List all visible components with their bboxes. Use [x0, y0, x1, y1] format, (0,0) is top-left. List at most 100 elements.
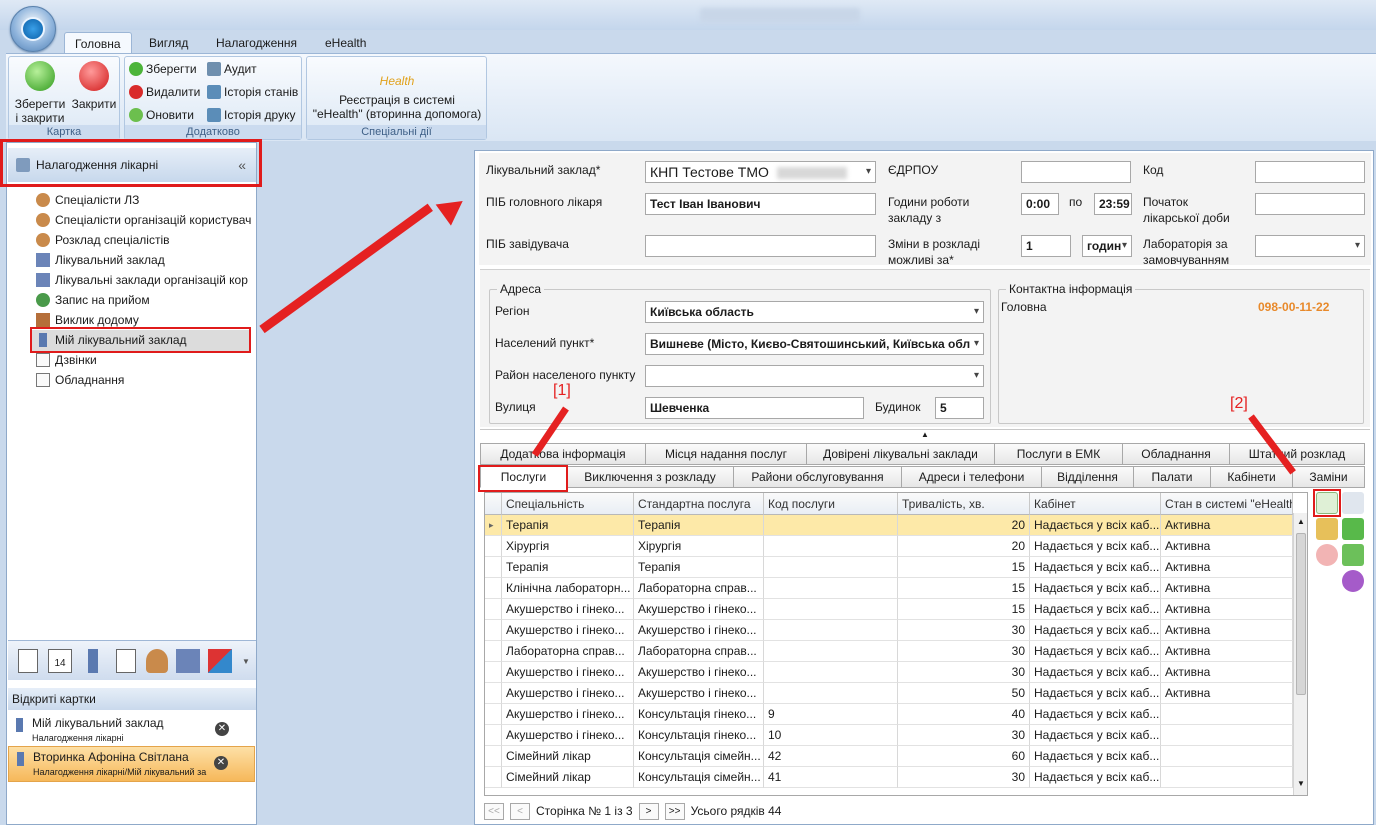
grid-vertical-scrollbar[interactable]: ▲ ▼: [1293, 513, 1307, 795]
district-select[interactable]: [645, 365, 984, 387]
delete-button[interactable]: Видалити: [129, 82, 200, 102]
table-cell[interactable]: 30: [898, 725, 1030, 746]
delete-icon[interactable]: [1316, 544, 1338, 566]
table-cell[interactable]: Акушерство і гінеко...: [502, 620, 634, 641]
table-cell[interactable]: Акушерство і гінеко...: [502, 704, 634, 725]
table-cell[interactable]: 15: [898, 578, 1030, 599]
table-cell[interactable]: Терапія: [502, 515, 634, 536]
tab-addresses-phones[interactable]: Адреси і телефони: [901, 466, 1042, 488]
table-cell[interactable]: Надається у всіх каб...: [1030, 704, 1161, 725]
shifts-input[interactable]: 1: [1021, 235, 1071, 257]
table-cell[interactable]: [764, 683, 898, 704]
table-cell[interactable]: Активна: [1161, 599, 1293, 620]
nav-item-schedule[interactable]: Розклад спеціалістів: [36, 230, 252, 250]
row-indicator[interactable]: [485, 557, 502, 578]
nav-item-calls[interactable]: Дзвінки: [36, 350, 252, 370]
row-indicator[interactable]: [485, 662, 502, 683]
table-cell[interactable]: Терапія: [634, 557, 764, 578]
manager-input[interactable]: [645, 235, 876, 257]
table-cell[interactable]: Терапія: [502, 557, 634, 578]
table-cell[interactable]: 20: [898, 536, 1030, 557]
city-select[interactable]: Вишневе (Місто, Києво-Святошинський, Киї…: [645, 333, 984, 355]
scrollbar-thumb[interactable]: [1296, 533, 1306, 695]
table-cell[interactable]: Акушерство і гінеко...: [502, 725, 634, 746]
chevron-down-icon[interactable]: ▼: [242, 657, 250, 666]
table-cell[interactable]: 30: [898, 767, 1030, 788]
tab-trusted-facilities[interactable]: Довірені лікувальні заклади: [806, 443, 995, 465]
street-input[interactable]: Шевченка: [645, 397, 864, 419]
table-cell[interactable]: 15: [898, 599, 1030, 620]
shifts-unit-select[interactable]: годин: [1082, 235, 1132, 257]
nav-item-equipment[interactable]: Обладнання: [36, 370, 252, 390]
table-cell[interactable]: [1161, 767, 1293, 788]
export-icon[interactable]: [1342, 544, 1364, 566]
person-icon[interactable]: [146, 649, 168, 673]
table-cell[interactable]: [1161, 725, 1293, 746]
table-cell[interactable]: 40: [898, 704, 1030, 725]
tab-emk-services[interactable]: Послуги в ЕМК: [994, 443, 1123, 465]
table-cell[interactable]: Хірургія: [502, 536, 634, 557]
table-row[interactable]: Лабораторна справ... Лабораторна справ...…: [485, 641, 1293, 662]
row-indicator[interactable]: [485, 536, 502, 557]
table-cell[interactable]: Консультація гінеко...: [634, 704, 764, 725]
row-indicator[interactable]: [485, 725, 502, 746]
table-cell[interactable]: 30: [898, 662, 1030, 683]
tab-service-areas[interactable]: Райони обслуговування: [733, 466, 902, 488]
schedule-icon[interactable]: [208, 649, 232, 673]
save-close-button[interactable]: Зберегти і закрити: [13, 61, 67, 125]
table-row[interactable]: Акушерство і гінеко... Консультація гінек…: [485, 725, 1293, 746]
nav-item-org-specialists[interactable]: Спеціалісти організацій користувач: [36, 210, 252, 230]
table-cell[interactable]: Активна: [1161, 536, 1293, 557]
close-card-button[interactable]: ✕: [214, 756, 228, 770]
nav-item-my-facility[interactable]: Мій лікувальний заклад: [36, 330, 252, 350]
table-cell[interactable]: Надається у всіх каб...: [1030, 557, 1161, 578]
column-header-specialty[interactable]: Спеціальність: [502, 493, 634, 515]
calendar-icon[interactable]: 14: [48, 649, 72, 673]
table-cell[interactable]: [764, 620, 898, 641]
tab-ehealth[interactable]: eHealth: [315, 32, 376, 54]
close-button[interactable]: Закрити: [69, 61, 119, 111]
document-icon[interactable]: [18, 649, 38, 673]
table-cell[interactable]: Активна: [1161, 578, 1293, 599]
table-row[interactable]: Акушерство і гінеко... Акушерство і гінек…: [485, 683, 1293, 704]
list-icon[interactable]: [116, 649, 136, 673]
edrpou-input[interactable]: [1021, 161, 1131, 183]
table-cell[interactable]: Консультація гінеко...: [634, 725, 764, 746]
tools-icon[interactable]: [1342, 492, 1364, 514]
row-indicator[interactable]: [485, 683, 502, 704]
column-header-standard-service[interactable]: Стандартна послуга: [634, 493, 764, 515]
prev-page-button[interactable]: <: [510, 802, 530, 820]
tab-equipment[interactable]: Обладнання: [1122, 443, 1230, 465]
tab-rooms[interactable]: Кабінети: [1210, 466, 1293, 488]
splitter-collapse-icon[interactable]: ▲: [480, 429, 1370, 439]
table-cell[interactable]: Лабораторна справ...: [634, 578, 764, 599]
table-cell[interactable]: Акушерство і гінеко...: [502, 599, 634, 620]
table-cell[interactable]: 41: [764, 767, 898, 788]
house-input[interactable]: 5: [935, 397, 984, 419]
table-cell[interactable]: Консультація сімейн...: [634, 746, 764, 767]
table-cell[interactable]: Хірургія: [634, 536, 764, 557]
column-header-room[interactable]: Кабінет: [1030, 493, 1161, 515]
nav-item-org-facilities[interactable]: Лікувальні заклади організацій кор: [36, 270, 252, 290]
audit-button[interactable]: Аудит: [207, 59, 257, 79]
table-cell[interactable]: 30: [898, 641, 1030, 662]
row-indicator[interactable]: [485, 641, 502, 662]
tab-additional-info[interactable]: Додаткова інформація: [480, 443, 646, 465]
download-icon[interactable]: [1342, 570, 1364, 592]
region-select[interactable]: Київська область: [645, 301, 984, 323]
table-row[interactable]: Сімейний лікар Консультація сімейн... 41 30…: [485, 767, 1293, 788]
table-cell[interactable]: Надається у всіх каб...: [1030, 620, 1161, 641]
table-row[interactable]: Хірургія Хірургія 20 Надається у всіх каб..…: [485, 536, 1293, 557]
table-cell[interactable]: Лабораторна справ...: [502, 641, 634, 662]
link-icon[interactable]: [1342, 518, 1364, 540]
table-row[interactable]: ▸ Терапія Терапія 20 Надається у всіх каб...…: [485, 515, 1293, 536]
table-cell[interactable]: Терапія: [634, 515, 764, 536]
table-cell[interactable]: Сімейний лікар: [502, 767, 634, 788]
lab-select[interactable]: [1255, 235, 1365, 257]
state-history-button[interactable]: Історія станів: [207, 82, 298, 102]
table-cell[interactable]: Надається у всіх каб...: [1030, 662, 1161, 683]
table-cell[interactable]: 15: [898, 557, 1030, 578]
table-cell[interactable]: Акушерство і гінеко...: [634, 599, 764, 620]
scroll-up-icon[interactable]: ▲: [1295, 517, 1307, 531]
open-card-item[interactable]: Мій лікувальний заклад Налагодження ліка…: [8, 713, 255, 749]
